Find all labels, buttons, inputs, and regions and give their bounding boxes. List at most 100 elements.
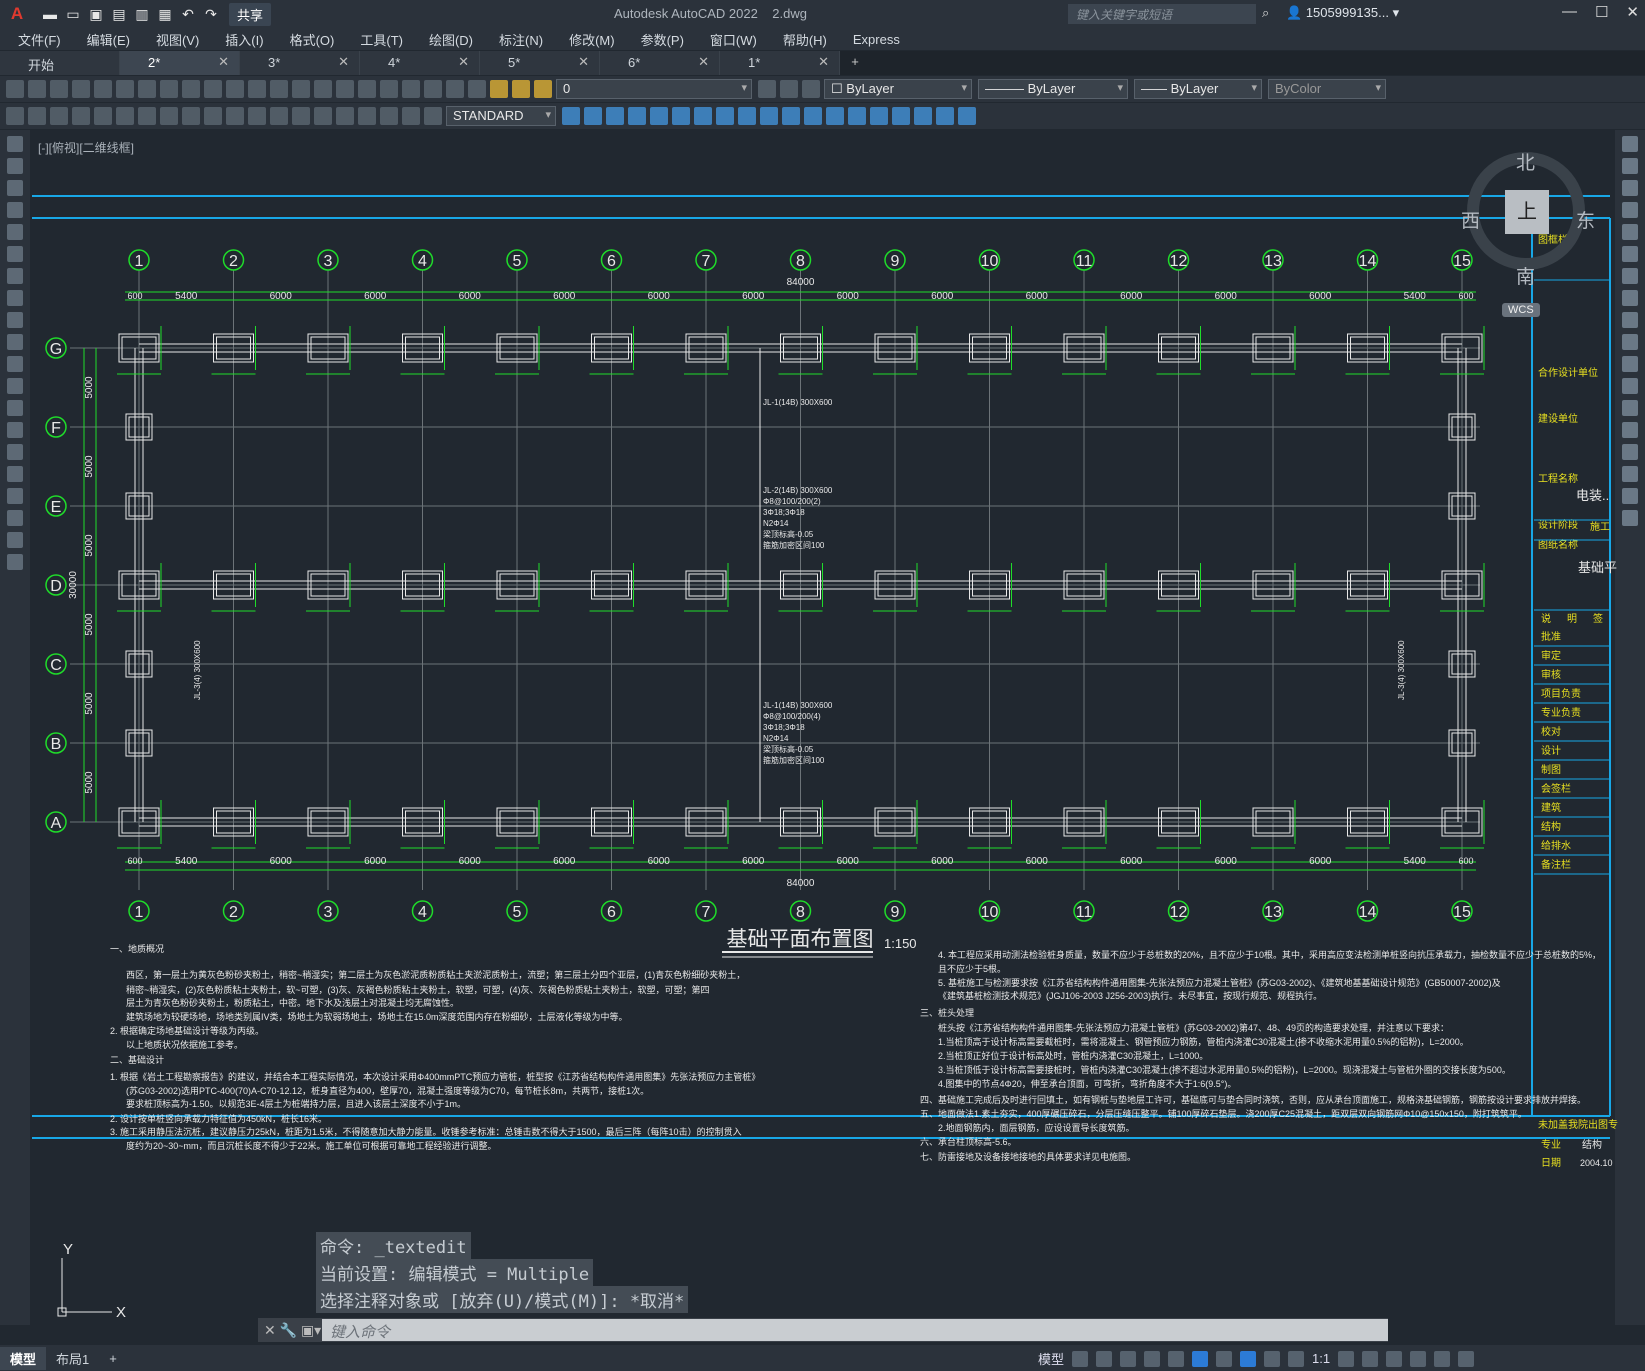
viewcube-west-label[interactable]: 西 xyxy=(1461,206,1480,233)
dim-text: 5000 xyxy=(84,613,95,636)
grid-icon[interactable] xyxy=(1072,1350,1089,1367)
drawing-scale: 1:150 xyxy=(884,936,917,951)
ortho-icon[interactable] xyxy=(1120,1350,1137,1367)
viewcube-south-label[interactable]: 南 xyxy=(1516,262,1535,289)
polar-icon[interactable] xyxy=(1144,1350,1161,1367)
dim-text: 600 xyxy=(127,291,142,301)
grid-bubble-label: C xyxy=(50,657,62,674)
grid-bubble-label: G xyxy=(50,341,62,358)
grid-bubble-label: 5 xyxy=(513,253,522,270)
viewcube-top-face[interactable]: 上 xyxy=(1505,190,1549,234)
wcs-menu[interactable]: WCS xyxy=(1502,303,1540,317)
tab-layout1[interactable]: 布局1 xyxy=(46,1347,99,1370)
ucs-x-label: X xyxy=(116,1304,126,1321)
dim-text: 6000 xyxy=(364,856,387,867)
dim-text: 30000 xyxy=(68,571,79,599)
title-block-text: 设计 xyxy=(1541,744,1561,757)
annotation-scale-value[interactable]: 1:1 xyxy=(1312,1351,1330,1366)
viewcube-east-label[interactable]: 东 xyxy=(1576,206,1595,233)
auto-scale-icon[interactable] xyxy=(1264,1350,1281,1367)
general-note: 5. 基桩施工与检测要求按《江苏省结构构件通用图集-先张法预应力混凝土管桩》(苏… xyxy=(938,977,1501,988)
general-note: 建筑场地为较硬场地，场地类别属IV类，场地土为软弱场地土，场地土在15.0m深度… xyxy=(126,1011,628,1022)
grid-bubble-label: 14 xyxy=(1359,904,1377,921)
beam-note: JL-3(4) 300X600 xyxy=(193,640,202,700)
title-block-text: 项目负责 xyxy=(1541,687,1581,700)
hardware-accel-icon[interactable] xyxy=(1410,1350,1427,1367)
snap-icon[interactable] xyxy=(1096,1350,1113,1367)
isolate-icon[interactable] xyxy=(1386,1350,1403,1367)
title-block-text: 审核 xyxy=(1541,668,1561,681)
dim-text: 6000 xyxy=(459,856,482,867)
dim-text: 6000 xyxy=(931,291,954,302)
grid-bubble-label: 7 xyxy=(702,253,711,270)
tab-model[interactable]: 模型 xyxy=(0,1346,47,1370)
dim-text: 5000 xyxy=(84,376,95,399)
general-note: 《建筑基桩检测技术规范》(JGJ106-2003 J256-2003)执行。未尽… xyxy=(938,990,1322,1001)
plus-icon[interactable] xyxy=(1362,1350,1379,1367)
dim-text: 84000 xyxy=(787,277,815,288)
lineweight-icon[interactable] xyxy=(1216,1350,1233,1367)
beam-note: 梁顶标高-0.05 xyxy=(763,529,814,539)
title-block-text: 建筑 xyxy=(1541,801,1561,814)
title-block-text: 合作设计单位 xyxy=(1538,366,1598,379)
general-note: 桩头按《江苏省结构构件通用图集-先张法预应力混凝土管桩》(苏G03-2002)第… xyxy=(938,1022,1449,1033)
dim-text: 6000 xyxy=(837,856,860,867)
dim-text: 6000 xyxy=(837,291,860,302)
grid-bubble-label: 9 xyxy=(891,904,900,921)
dim-text: 6000 xyxy=(742,856,765,867)
dim-text: 6000 xyxy=(1215,856,1238,867)
dim-text: 6000 xyxy=(1309,291,1332,302)
beam-note: 3Φ18;3Φ18 xyxy=(763,508,805,517)
dim-text: 5000 xyxy=(84,534,95,557)
customize-icon[interactable] xyxy=(1458,1350,1475,1367)
title-block-text: 专业负责 xyxy=(1541,706,1581,719)
dim-text: 84000 xyxy=(787,878,815,889)
grid-bubble-label: 8 xyxy=(796,253,805,270)
viewcube-north-label[interactable]: 北 xyxy=(1516,148,1535,175)
grid-bubble-label: 11 xyxy=(1076,904,1093,921)
dim-text: 6000 xyxy=(364,291,387,302)
grid-bubble-label: 10 xyxy=(981,904,999,921)
dim-text: 5000 xyxy=(84,771,95,794)
dim-text: 600 xyxy=(1458,291,1473,301)
dim-text: 6000 xyxy=(1120,856,1143,867)
dim-text: 6000 xyxy=(1309,856,1332,867)
gear-icon[interactable] xyxy=(1338,1350,1355,1367)
general-note: 1. 根据《岩土工程勘察报告》的建议，并结合本工程实际情况，本次设计采用Φ400… xyxy=(110,1071,760,1082)
ucs-y-label: Y xyxy=(63,1241,73,1258)
general-note: 4.图集中的节点4Φ20，伸至承台顶面，可弯折，弯折角度不大于1:6(9.5°)… xyxy=(938,1078,1236,1089)
grid-bubble-label: 13 xyxy=(1264,253,1282,270)
annotation-visibility-icon[interactable] xyxy=(1240,1350,1257,1367)
general-note: 四、基础施工完成后及时进行回填土，如有钢桩与垫地层工许可，基础底可与垫合同时浇筑… xyxy=(920,1094,1586,1105)
clean-screen-icon[interactable] xyxy=(1434,1350,1451,1367)
title-block-text: 校对 xyxy=(1541,725,1561,738)
beam-note: JL-1(14B) 300X600 xyxy=(763,398,833,407)
general-note: 一、地质概况 xyxy=(110,943,164,954)
selection-cycling-icon[interactable] xyxy=(1192,1350,1209,1367)
beam-note: 箍筋加密区间100 xyxy=(763,755,825,765)
add-layout-button[interactable]: + xyxy=(99,1349,127,1368)
grid-bubble-label: 2 xyxy=(229,904,238,921)
command-input[interactable]: 键入命令 xyxy=(322,1319,1388,1341)
title-block-text: 未加盖我院出图专 xyxy=(1538,1118,1618,1131)
grid-bubble-label: 12 xyxy=(1170,904,1188,921)
general-note: 二、基础设计 xyxy=(110,1054,164,1065)
title-block-text: 工程名称 xyxy=(1538,472,1578,485)
title-block-text: 批准 xyxy=(1541,630,1561,643)
general-note: 七、防雷接地及设备接地接地的具体要求详见电施图。 xyxy=(920,1151,1136,1162)
annotation-scale-icon[interactable] xyxy=(1288,1350,1305,1367)
general-note: 五、地面做法1.素土夯实，400厚碾压碎石，分层压缝压整平。铺100厚碎石垫层。… xyxy=(920,1108,1527,1119)
command-history-line: 当前设置: 编辑模式 = Multiple xyxy=(316,1259,594,1286)
close-icon[interactable]: ✕ 🔧 ▣▾ xyxy=(264,1322,321,1339)
dim-text: 6000 xyxy=(553,856,576,867)
beam-note: 梁顶标高-0.05 xyxy=(763,744,814,754)
beam-note: Φ8@100/200(2) xyxy=(763,497,821,506)
grid-bubble-label: 6 xyxy=(607,253,616,270)
command-history-line: 选择注释对象或 [放弃(U)/模式(M)]: *取消* xyxy=(316,1286,689,1313)
command-history-line: 命令: _textedit xyxy=(316,1232,471,1259)
title-block-text: 备注栏 xyxy=(1541,858,1571,871)
model-space-toggle[interactable]: 模型 xyxy=(1038,1349,1064,1368)
general-note: 2. 根据确定场地基础设计等级为丙级。 xyxy=(110,1025,264,1036)
osnap-icon[interactable] xyxy=(1168,1350,1185,1367)
grid-bubble-label: 4 xyxy=(418,253,427,270)
